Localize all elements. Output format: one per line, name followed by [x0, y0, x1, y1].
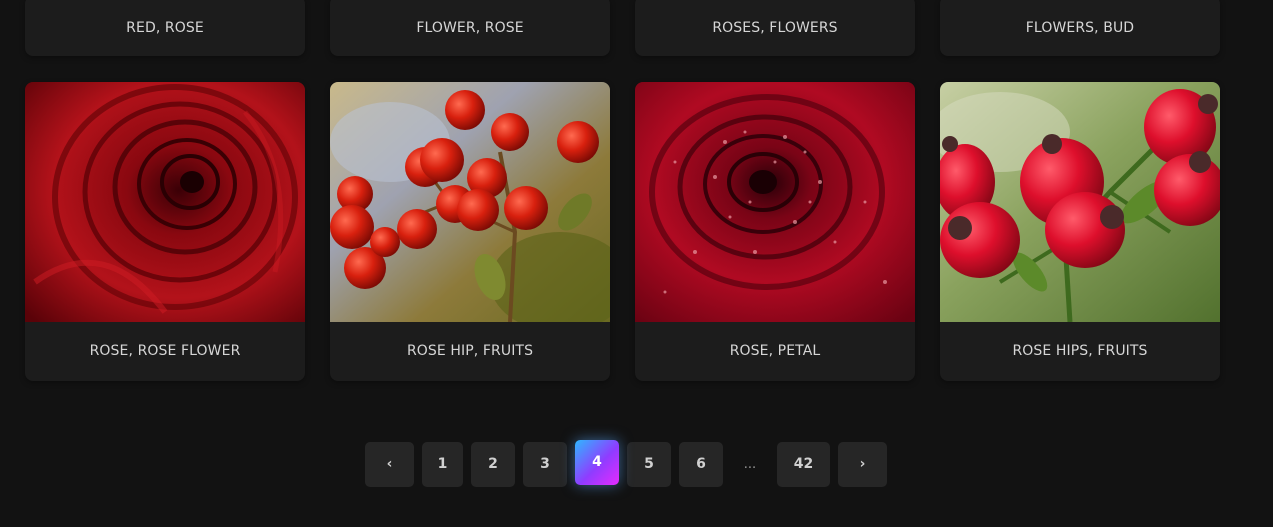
card-caption: ROSE, ROSE FLOWER [89, 343, 241, 359]
next-page-button[interactable]: › [838, 441, 887, 487]
card-caption: ROSES, FLOWERS [712, 20, 838, 36]
card-caption: RED, ROSE [126, 20, 204, 36]
page-button-5[interactable]: 5 [627, 441, 671, 487]
card-caption: ROSE HIPS, FRUITS [1012, 343, 1148, 359]
page-button-1[interactable]: 1 [422, 441, 463, 487]
rose-with-dew-drops-image[interactable] [635, 82, 915, 322]
gallery-card[interactable]: ROSE HIPS, FRUITS [940, 82, 1220, 381]
page-button-6[interactable]: 6 [679, 441, 723, 487]
rose-hip-branch-image[interactable] [330, 82, 610, 322]
page-button-2[interactable]: 2 [471, 441, 515, 487]
gallery-card[interactable]: ROSE, ROSE FLOWER [25, 82, 305, 381]
page-button-3[interactable]: 3 [523, 441, 567, 487]
card-caption: FLOWER, ROSE [416, 20, 524, 36]
card-caption: ROSE, PETAL [729, 343, 821, 359]
pagination-ellipsis: ... [743, 456, 757, 472]
gallery-card[interactable]: FLOWER, ROSE [330, 0, 610, 56]
gallery-card[interactable]: RED, ROSE [25, 0, 305, 56]
gallery-card[interactable]: FLOWERS, BUD [940, 0, 1220, 56]
card-caption: ROSE HIP, FRUITS [406, 343, 534, 359]
prev-page-button[interactable]: ‹ [365, 441, 414, 487]
rose-hips-closeup-image[interactable] [940, 82, 1220, 322]
red-rose-closeup-image[interactable] [25, 82, 305, 322]
page-button-4-active[interactable]: 4 [575, 439, 619, 485]
gallery-card[interactable]: ROSES, FLOWERS [635, 0, 915, 56]
gallery-card[interactable]: ROSE, PETAL [635, 82, 915, 381]
image-gallery-page: RED, ROSE FLOWER, ROSE ROSES, FLOWERS FL… [0, 0, 1273, 527]
gallery-card[interactable]: ROSE HIP, FRUITS [330, 82, 610, 381]
chevron-left-icon: ‹ [386, 456, 393, 472]
chevron-right-icon: › [859, 456, 866, 472]
page-button-last[interactable]: 42 [777, 441, 830, 487]
pagination: ‹ 1 2 3 4 5 6 ... 42 › [365, 439, 887, 487]
card-caption: FLOWERS, BUD [1025, 20, 1135, 36]
